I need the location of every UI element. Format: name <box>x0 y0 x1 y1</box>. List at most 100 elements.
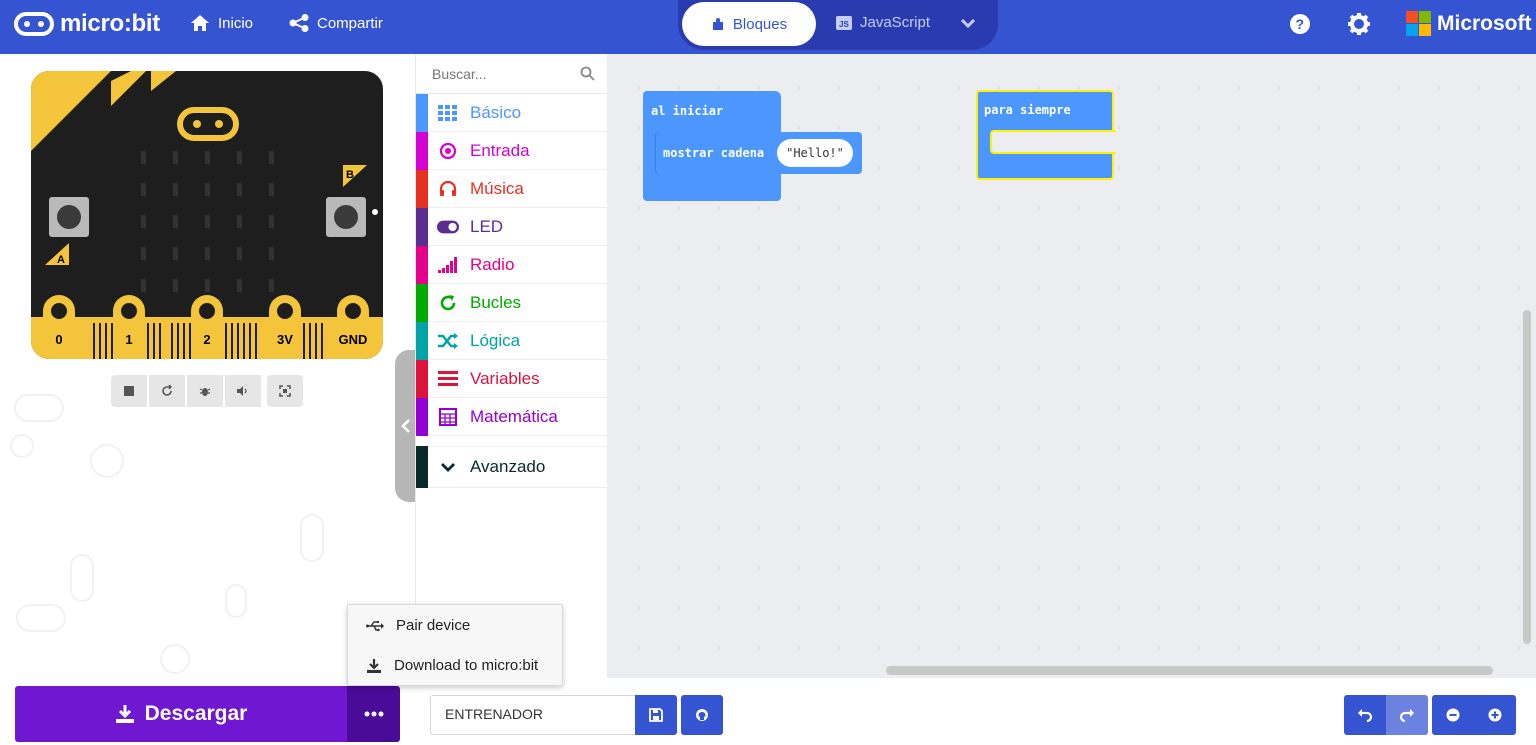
zoom-out-button[interactable] <box>1432 695 1474 735</box>
puzzle-icon <box>712 18 723 30</box>
button-a-label: A <box>57 254 65 265</box>
category-label: Radio <box>470 254 515 274</box>
category-label: Matemática <box>470 406 558 426</box>
background-decoration <box>160 644 190 674</box>
show-string-block[interactable]: mostrar cadena "Hello!" <box>656 132 862 174</box>
pair-device-item[interactable]: Pair device <box>366 617 470 634</box>
edge-strip <box>225 323 227 359</box>
microsoft-squares-icon <box>1406 11 1431 36</box>
zoom-in-button[interactable] <box>1474 695 1516 735</box>
toolbox-search[interactable]: Buscar... <box>416 54 608 94</box>
stop-icon <box>124 386 134 396</box>
restart-button[interactable] <box>149 375 185 407</box>
led <box>269 215 274 228</box>
javascript-tab[interactable]: JS JavaScript <box>836 14 930 31</box>
fullscreen-button[interactable] <box>267 375 303 407</box>
on-start-label: al iniciar <box>651 104 724 118</box>
search-input[interactable]: Buscar... <box>432 66 486 82</box>
category-label: Bucles <box>470 292 522 312</box>
github-button[interactable] <box>681 695 723 735</box>
led <box>269 151 274 164</box>
button-b-label: B <box>346 169 354 181</box>
string-value-field[interactable]: "Hello!" <box>777 139 853 167</box>
category-color-bar <box>416 321 428 360</box>
usb-icon <box>366 620 384 631</box>
category-label: Variables <box>470 368 540 388</box>
share-label: Compartir <box>317 14 383 32</box>
category-label: Avanzado <box>470 457 546 476</box>
redo-button[interactable] <box>1386 695 1428 735</box>
download-button[interactable]: Descargar <box>15 686 347 742</box>
gear-icon[interactable] <box>1348 13 1370 35</box>
help-icon[interactable]: ? <box>1289 13 1311 35</box>
home-label: Inicio <box>218 14 254 32</box>
undo-icon <box>1358 709 1373 722</box>
share-link[interactable]: Compartir <box>289 14 383 32</box>
led <box>141 247 146 260</box>
pin-label: 1 <box>125 332 133 347</box>
edge-strip <box>99 323 101 359</box>
led <box>141 183 146 196</box>
led <box>205 247 210 260</box>
category-input[interactable]: Entrada <box>416 131 608 170</box>
download-to-microbit-item[interactable]: Download to micro:bit <box>366 657 538 674</box>
download-icon <box>367 658 381 673</box>
search-icon[interactable] <box>580 66 595 81</box>
category-color-bar <box>416 245 428 284</box>
edge-strip <box>159 323 161 359</box>
category-advanced[interactable]: Avanzado <box>416 446 608 488</box>
collapse-simulator-button[interactable] <box>395 350 417 502</box>
board-corner-decoration <box>31 71 176 151</box>
toggle-icon <box>437 220 459 234</box>
led <box>269 247 274 260</box>
shuffle-icon <box>437 332 459 349</box>
blocks-tab[interactable]: Bloques <box>682 2 816 46</box>
home-link[interactable]: Inicio <box>190 14 253 32</box>
horizontal-scrollbar[interactable] <box>886 666 1493 675</box>
save-button[interactable] <box>635 695 677 735</box>
undo-button[interactable] <box>1344 695 1386 735</box>
button-b[interactable] <box>326 197 366 237</box>
stop-button[interactable] <box>111 375 147 407</box>
button-a[interactable] <box>49 197 89 237</box>
chevron-down-icon[interactable] <box>960 17 976 29</box>
category-color-bar <box>416 93 428 132</box>
led <box>237 183 242 196</box>
editor-mode-switch: Bloques JS JavaScript <box>678 0 998 50</box>
more-options-button[interactable] <box>347 686 400 742</box>
calculator-icon <box>437 407 459 426</box>
category-led[interactable]: LED <box>416 207 608 246</box>
headphones-icon <box>437 180 459 198</box>
download-icon <box>115 705 134 723</box>
category-math[interactable]: Matemática <box>416 397 608 436</box>
list-icon <box>437 370 459 387</box>
background-decoration <box>14 394 64 422</box>
download-to-microbit-label: Download to micro:bit <box>394 657 539 674</box>
mute-button[interactable] <box>225 375 261 407</box>
fullscreen-icon <box>279 385 291 397</box>
category-radio[interactable]: Radio <box>416 245 608 284</box>
category-logic[interactable]: Lógica <box>416 321 608 360</box>
category-basic[interactable]: Básico <box>416 93 608 132</box>
blocks-workspace[interactable]: al iniciar mostrar cadena "Hello!" para … <box>607 54 1536 678</box>
microsoft-logo[interactable]: Microsoft <box>1406 11 1532 36</box>
edge-strip <box>183 323 185 359</box>
vertical-scrollbar[interactable] <box>1523 310 1531 644</box>
led <box>141 151 146 164</box>
simulator-toolbar <box>111 375 303 407</box>
edge-strip <box>237 323 239 359</box>
category-music[interactable]: Música <box>416 169 608 208</box>
project-name-input[interactable]: ENTRENADOR <box>430 695 635 735</box>
category-color-bar <box>416 397 428 436</box>
category-loops[interactable]: Bucles <box>416 283 608 322</box>
board-logo-icon <box>177 107 239 141</box>
download-options-menu: Pair device Download to micro:bit <box>347 604 563 686</box>
edge-strip <box>147 323 149 359</box>
category-variables[interactable]: Variables <box>416 359 608 398</box>
category-label: Básico <box>470 102 522 122</box>
forever-block[interactable]: para siempre <box>976 90 1116 180</box>
signal-icon <box>437 256 459 273</box>
debug-button[interactable] <box>187 375 223 407</box>
led <box>237 247 242 260</box>
microbit-logo[interactable]: micro:bit <box>14 10 160 38</box>
